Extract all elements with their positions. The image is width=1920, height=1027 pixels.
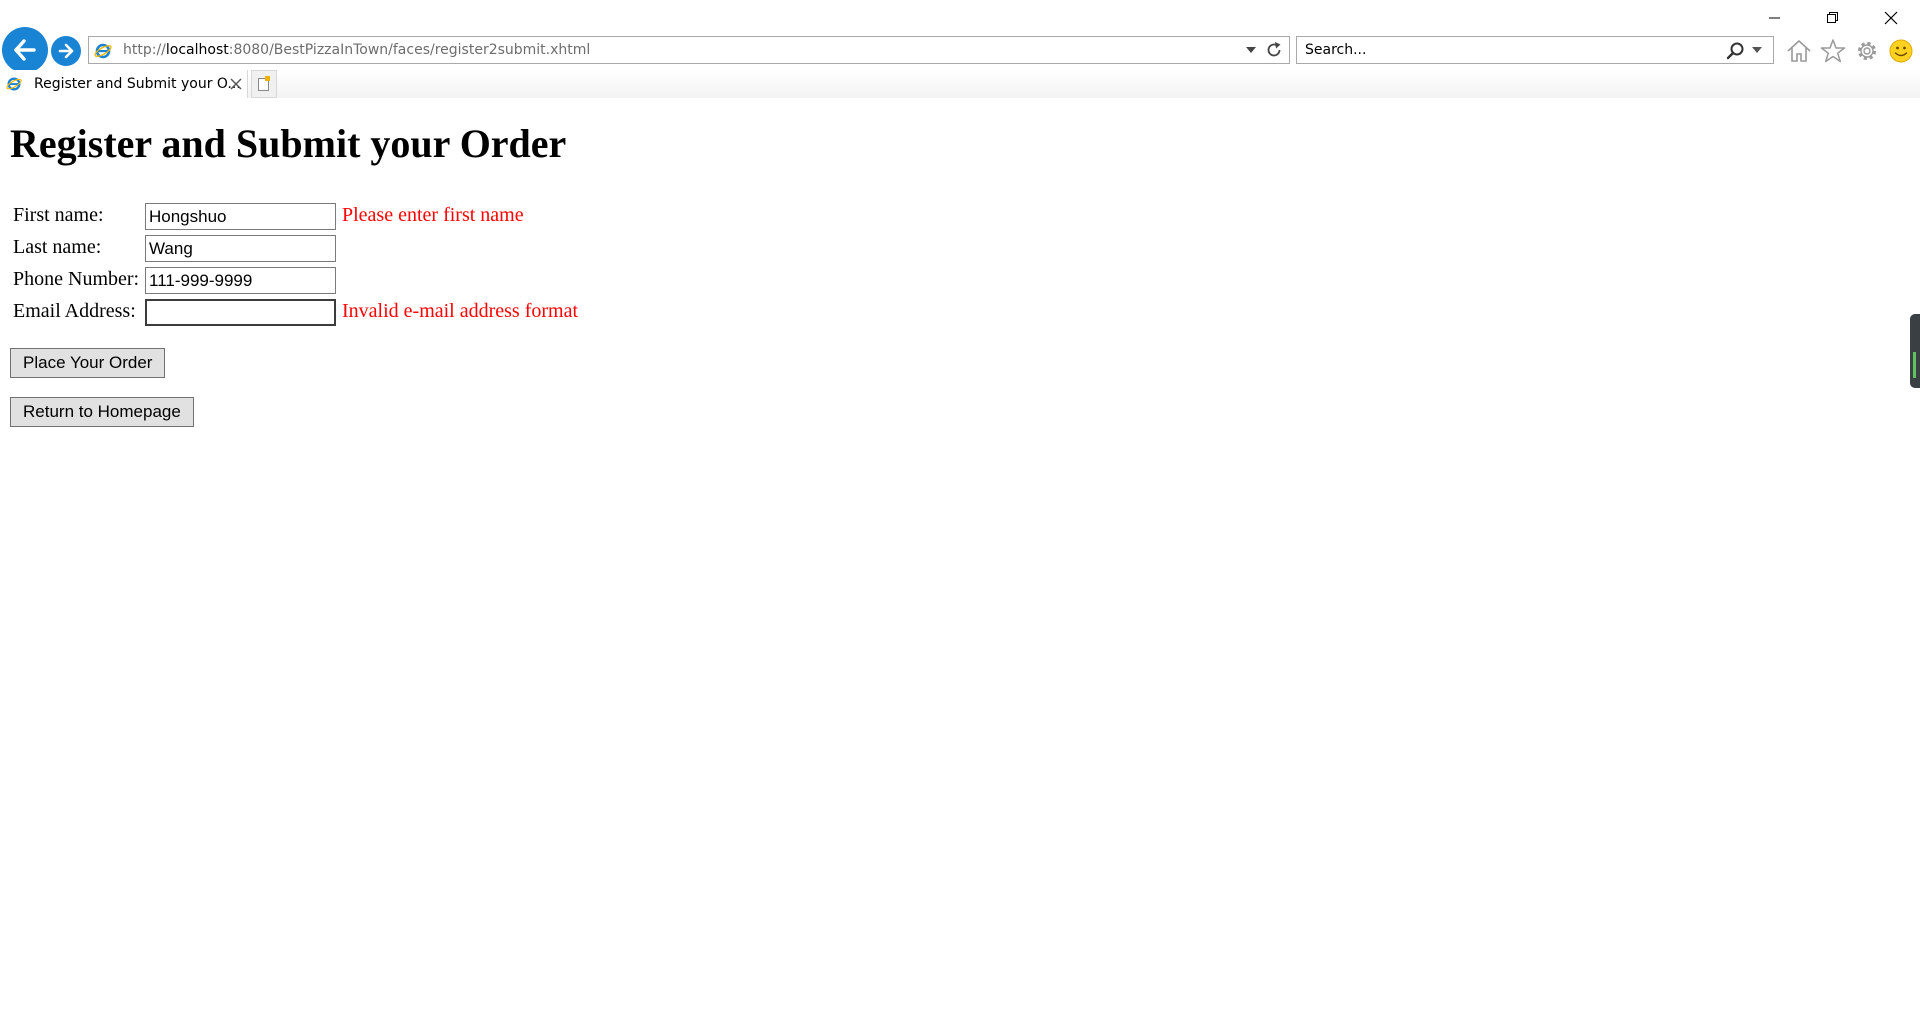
browser-chrome: http://localhost:8080/BestPizzaInTown/fa… <box>0 0 1920 98</box>
phone-label: Phone Number: <box>13 268 140 290</box>
restore-button[interactable] <box>1804 0 1862 36</box>
toolbar-icons <box>1784 36 1916 66</box>
side-panel-handle[interactable] <box>1910 314 1920 388</box>
last-name-label: Last name: <box>13 236 102 258</box>
first-name-error: Please enter first name <box>342 204 524 226</box>
email-field[interactable] <box>145 299 336 326</box>
address-bar[interactable]: http://localhost:8080/BestPizzaInTown/fa… <box>88 36 1290 64</box>
email-label: Email Address: <box>13 300 136 322</box>
tab-close-icon[interactable] <box>229 77 243 91</box>
address-dropdown-icon[interactable] <box>1244 45 1258 55</box>
return-home-button[interactable]: Return to Homepage <box>10 397 194 427</box>
forward-arrow-icon <box>58 43 74 59</box>
close-window-button[interactable] <box>1862 0 1920 36</box>
close-icon <box>1884 11 1898 25</box>
minimize-button[interactable] <box>1746 0 1804 36</box>
window-controls <box>1746 0 1920 36</box>
home-button[interactable] <box>1784 36 1814 66</box>
minimize-icon <box>1769 17 1780 19</box>
smiley-icon <box>1889 39 1913 63</box>
search-input[interactable] <box>1305 37 1705 63</box>
star-icon <box>1820 39 1846 63</box>
restore-icon <box>1827 12 1838 23</box>
place-order-button[interactable]: Place Your Order <box>10 348 166 378</box>
url-path: :8080/BestPizzaInTown/faces/register2sub… <box>228 42 591 58</box>
new-tab-button[interactable] <box>251 70 277 98</box>
forward-button[interactable] <box>51 36 81 66</box>
ie-page-icon <box>94 43 112 59</box>
phone-field[interactable] <box>145 267 336 294</box>
new-tab-icon <box>258 76 270 91</box>
address-url[interactable]: http://localhost:8080/BestPizzaInTown/fa… <box>123 37 590 63</box>
feedback-button[interactable] <box>1886 36 1916 66</box>
gear-icon <box>1857 41 1877 61</box>
email-error: Invalid e-mail address format <box>342 300 579 322</box>
search-bar[interactable] <box>1296 36 1774 64</box>
first-name-label: First name: <box>13 204 104 226</box>
first-name-field[interactable] <box>145 203 336 230</box>
tab-strip: Register and Submit your O... <box>0 70 1920 98</box>
tab-title: Register and Submit your O... <box>34 76 241 92</box>
url-host: localhost <box>165 42 229 58</box>
ie-page-icon <box>6 77 22 91</box>
tools-button[interactable] <box>1852 36 1882 66</box>
tab-register-submit[interactable]: Register and Submit your O... <box>0 70 248 98</box>
page-title: Register and Submit your Order <box>10 121 567 166</box>
back-button[interactable] <box>2 27 48 73</box>
search-dropdown-icon[interactable] <box>1751 46 1763 54</box>
home-icon <box>1787 40 1811 62</box>
url-prefix: http:// <box>123 42 166 58</box>
refresh-icon[interactable] <box>1265 41 1283 59</box>
search-icon[interactable] <box>1725 41 1745 61</box>
page-content: Register and Submit your Order First nam… <box>0 98 1920 1027</box>
favorites-button[interactable] <box>1818 36 1848 66</box>
last-name-field[interactable] <box>145 235 336 262</box>
back-arrow-icon <box>14 39 36 61</box>
